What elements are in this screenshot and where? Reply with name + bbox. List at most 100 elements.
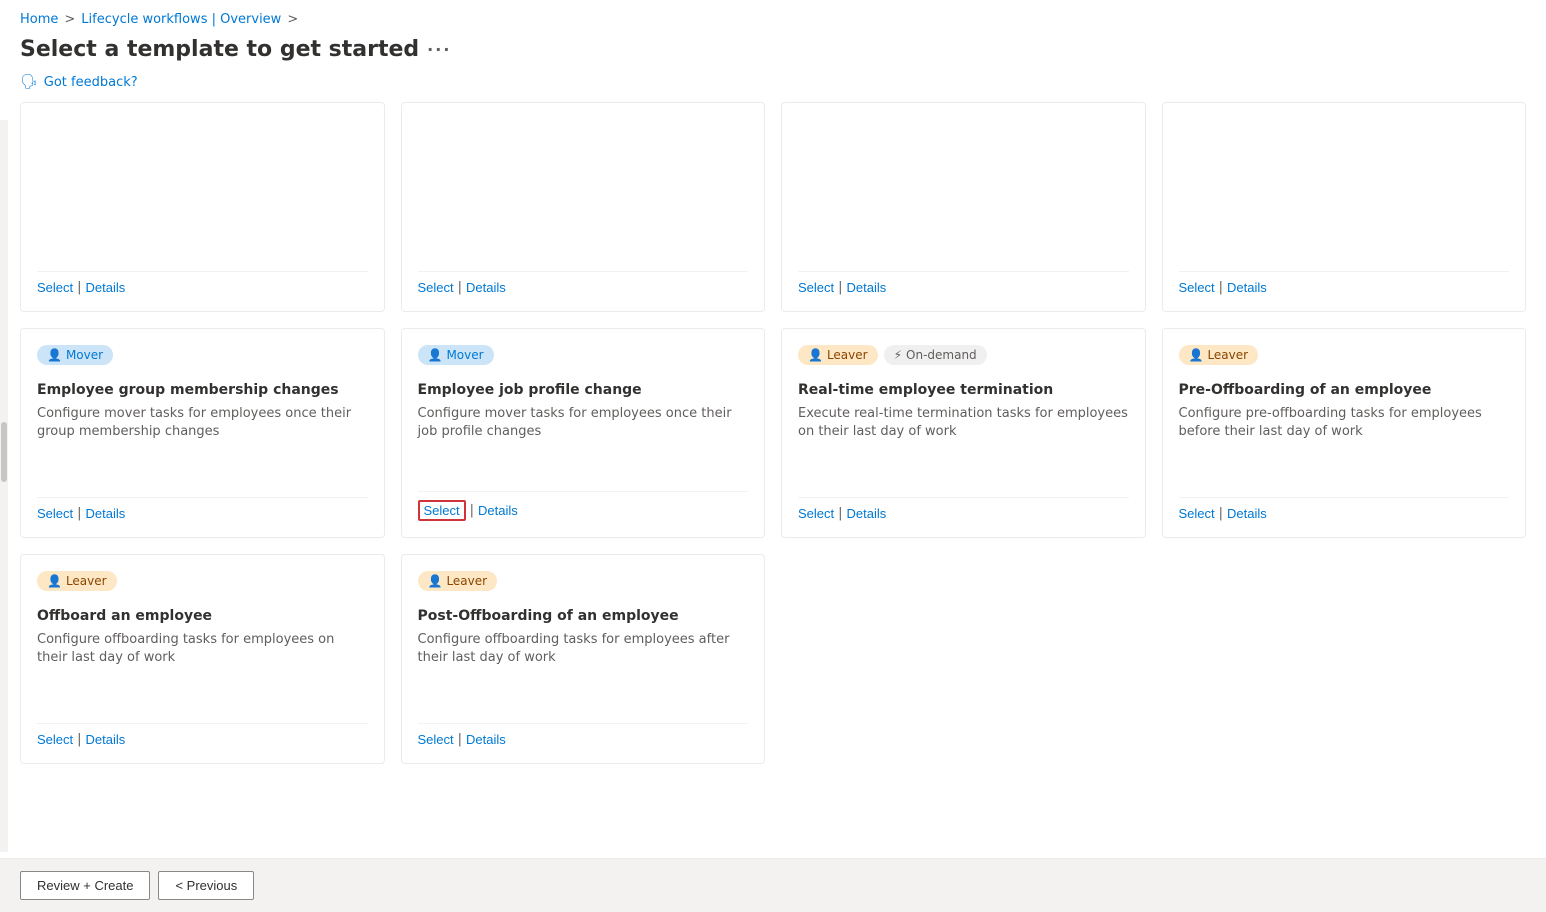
card-3-details[interactable]: Details (847, 280, 887, 295)
template-card-2: Select | Details (401, 102, 766, 312)
card-1-actions: Select | Details (37, 271, 368, 295)
card-9-title: Offboard an employee (37, 607, 368, 625)
previous-button[interactable]: < Previous (158, 871, 254, 900)
card-1-select[interactable]: Select (37, 280, 73, 295)
template-card-6: 👤 Mover Employee job profile change Conf… (401, 328, 766, 538)
card-4-content (1179, 119, 1510, 255)
cards-container: Select | Details Select | Details Select… (0, 102, 1546, 780)
card-5-details[interactable]: Details (86, 506, 126, 521)
person-icon-10: 👤 (428, 574, 443, 588)
scrollbar-thumb[interactable] (1, 422, 7, 482)
card-10-content: 👤 Leaver Post-Offboarding of an employee… (418, 571, 749, 707)
card-5-actions: Select | Details (37, 497, 368, 521)
feedback-label[interactable]: Got feedback? (44, 75, 138, 90)
feedback-bar[interactable]: 🗣 Got feedback? (0, 70, 1546, 102)
page-title-row: Select a template to get started ··· (0, 33, 1546, 70)
card-10-actions: Select | Details (418, 723, 749, 747)
card-6-select[interactable]: Select (418, 500, 466, 521)
cards-row-1: Select | Details Select | Details Select… (20, 102, 1526, 312)
card-4-details[interactable]: Details (1227, 280, 1267, 295)
card-5-title: Employee group membership changes (37, 381, 368, 399)
breadcrumb: Home > Lifecycle workflows | Overview > (0, 0, 1546, 33)
card-6-title: Employee job profile change (418, 381, 749, 399)
card-8-select[interactable]: Select (1179, 506, 1215, 521)
card-10-desc: Configure offboarding tasks for employee… (418, 631, 749, 667)
person-icon: 👤 (47, 348, 62, 362)
person-icon-6: 👤 (428, 348, 443, 362)
card-7-title: Real-time employee termination (798, 381, 1129, 399)
card-9-badge-leaver: 👤 Leaver (37, 571, 117, 591)
template-card-4: Select | Details (1162, 102, 1527, 312)
card-1-details[interactable]: Details (86, 280, 126, 295)
card-7-desc: Execute real-time termination tasks for … (798, 405, 1129, 441)
breadcrumb-sep2: > (287, 12, 298, 27)
card-2-content (418, 119, 749, 255)
card-3-actions: Select | Details (798, 271, 1129, 295)
card-8-details[interactable]: Details (1227, 506, 1267, 521)
card-8-actions: Select | Details (1179, 497, 1510, 521)
card-6-desc: Configure mover tasks for employees once… (418, 405, 749, 441)
card-5-badge-mover: 👤 Mover (37, 345, 113, 365)
card-9-content: 👤 Leaver Offboard an employee Configure … (37, 571, 368, 707)
card-8-badge-leaver: 👤 Leaver (1179, 345, 1259, 365)
card-6-content: 👤 Mover Employee job profile change Conf… (418, 345, 749, 475)
breadcrumb-sep1: > (64, 12, 75, 27)
lightning-icon-7: ⚡ (894, 348, 902, 362)
card-7-actions: Select | Details (798, 497, 1129, 521)
card-3-content (798, 119, 1129, 255)
card-7-select[interactable]: Select (798, 506, 834, 521)
card-1-content (37, 119, 368, 255)
card-5-content: 👤 Mover Employee group membership change… (37, 345, 368, 481)
card-10-title: Post-Offboarding of an employee (418, 607, 749, 625)
template-card-10: 👤 Leaver Post-Offboarding of an employee… (401, 554, 766, 764)
template-card-8: 👤 Leaver Pre-Offboarding of an employee … (1162, 328, 1527, 538)
card-6-actions: Select | Details (418, 491, 749, 521)
card-9-details[interactable]: Details (86, 732, 126, 747)
card-7-badge-ondemand: ⚡ On-demand (884, 345, 987, 365)
card-4-actions: Select | Details (1179, 271, 1510, 295)
card-6-badge-mover: 👤 Mover (418, 345, 494, 365)
template-card-3: Select | Details (781, 102, 1146, 312)
cards-row-2: 👤 Mover Employee group membership change… (20, 328, 1526, 538)
card-9-actions: Select | Details (37, 723, 368, 747)
card-9-desc: Configure offboarding tasks for employee… (37, 631, 368, 667)
page-title: Select a template to get started (20, 37, 419, 62)
card-7-badge-leaver: 👤 Leaver (798, 345, 878, 365)
card-8-badges: 👤 Leaver (1179, 345, 1510, 373)
card-6-details[interactable]: Details (478, 503, 518, 518)
template-card-7: 👤 Leaver ⚡ On-demand Real-time employee … (781, 328, 1146, 538)
person-icon-9: 👤 (47, 574, 62, 588)
card-10-details[interactable]: Details (466, 732, 506, 747)
cards-row-3: 👤 Leaver Offboard an employee Configure … (20, 554, 1526, 764)
card-2-actions: Select | Details (418, 271, 749, 295)
card-5-badges: 👤 Mover (37, 345, 368, 373)
card-6-badges: 👤 Mover (418, 345, 749, 373)
card-5-desc: Configure mover tasks for employees once… (37, 405, 368, 441)
card-5-select[interactable]: Select (37, 506, 73, 521)
card-2-select[interactable]: Select (418, 280, 454, 295)
person-icon-7: 👤 (808, 348, 823, 362)
card-3-select[interactable]: Select (798, 280, 834, 295)
feedback-icon: 🗣 (20, 74, 38, 90)
more-options-icon[interactable]: ··· (427, 40, 451, 59)
card-9-badges: 👤 Leaver (37, 571, 368, 599)
card-8-content: 👤 Leaver Pre-Offboarding of an employee … (1179, 345, 1510, 481)
card-8-desc: Configure pre-offboarding tasks for empl… (1179, 405, 1510, 441)
review-create-button[interactable]: Review + Create (20, 871, 150, 900)
template-card-9: 👤 Leaver Offboard an employee Configure … (20, 554, 385, 764)
card-7-details[interactable]: Details (847, 506, 887, 521)
card-10-select[interactable]: Select (418, 732, 454, 747)
scrollbar-track[interactable] (0, 120, 8, 852)
template-card-5: 👤 Mover Employee group membership change… (20, 328, 385, 538)
card-2-details[interactable]: Details (466, 280, 506, 295)
card-7-badges: 👤 Leaver ⚡ On-demand (798, 345, 1129, 373)
breadcrumb-lifecycle[interactable]: Lifecycle workflows | Overview (81, 12, 281, 27)
template-card-1: Select | Details (20, 102, 385, 312)
card-4-select[interactable]: Select (1179, 280, 1215, 295)
person-icon-8: 👤 (1189, 348, 1204, 362)
card-8-title: Pre-Offboarding of an employee (1179, 381, 1510, 399)
card-9-select[interactable]: Select (37, 732, 73, 747)
breadcrumb-home[interactable]: Home (20, 12, 58, 27)
card-7-content: 👤 Leaver ⚡ On-demand Real-time employee … (798, 345, 1129, 481)
card-10-badge-leaver: 👤 Leaver (418, 571, 498, 591)
